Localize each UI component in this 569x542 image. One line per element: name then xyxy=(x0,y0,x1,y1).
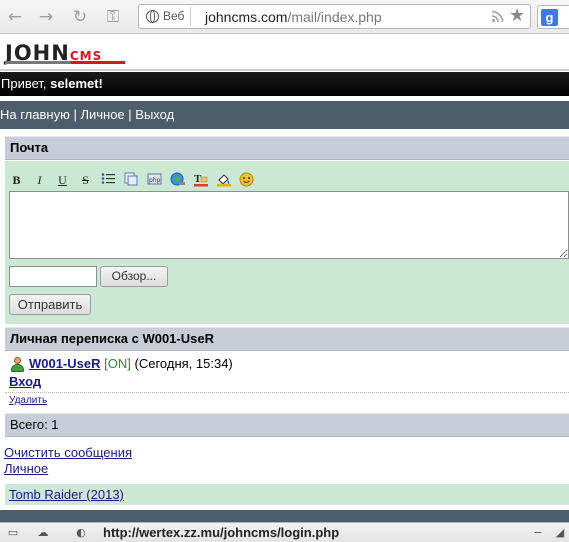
message-textarea[interactable] xyxy=(9,191,569,259)
site-header: JOHNCMS xyxy=(0,35,569,71)
bold-button[interactable]: B xyxy=(8,172,25,188)
divider xyxy=(5,392,569,393)
user-icon xyxy=(10,357,24,372)
message-direction[interactable]: Вход xyxy=(9,374,41,390)
browse-button[interactable]: Обзор... xyxy=(100,266,168,287)
globe-icon xyxy=(146,10,159,23)
list-item: W001-UseR [ON] (Сегодня, 15:34) Вход Уда… xyxy=(5,352,569,410)
logo-underline xyxy=(5,61,125,64)
smiley-icon[interactable] xyxy=(238,172,255,188)
online-status: [ON] xyxy=(104,356,131,371)
back-icon[interactable]: ← xyxy=(4,6,26,28)
search-engine-button[interactable]: g xyxy=(537,5,569,29)
ad-link[interactable]: Tomb Raider (2013) xyxy=(9,487,124,502)
text-color-icon[interactable]: T xyxy=(192,172,209,188)
menu-logout[interactable]: Выход xyxy=(135,107,174,122)
file-path-input[interactable] xyxy=(9,266,97,287)
url-path: /mail/index.php xyxy=(287,9,382,25)
background-color-icon[interactable] xyxy=(215,172,232,188)
svg-text:php: php xyxy=(149,177,161,184)
italic-button[interactable]: I xyxy=(31,172,48,188)
minus-icon[interactable]: − xyxy=(531,526,545,539)
format-toolbar: B I U S php T xyxy=(8,171,255,189)
browser-statusbar: ▭ ☁ ◐ http://wertex.zz.mu/johncms/login.… xyxy=(0,522,569,542)
greeting-prefix: Привет, xyxy=(1,76,51,91)
main-menu: На главную | Личное | Выход xyxy=(0,101,569,129)
greeting-user: selemet! xyxy=(50,76,103,91)
search-chip-label: Веб xyxy=(163,9,185,23)
strike-button[interactable]: S xyxy=(77,172,94,188)
url-host: johncms.com xyxy=(205,9,288,25)
quote-icon[interactable] xyxy=(123,172,140,188)
google-icon: g xyxy=(541,9,558,26)
menu-home[interactable]: На главную xyxy=(0,107,70,122)
search-chip[interactable]: Веб xyxy=(142,7,192,26)
greeting-bar: Привет, selemet! xyxy=(0,72,569,96)
message-time: (Сегодня, 15:34) xyxy=(134,356,233,371)
key-icon[interactable]: ⚿ xyxy=(100,6,126,28)
reload-icon[interactable]: ↻ xyxy=(69,6,91,28)
resize-icon[interactable]: ◢ xyxy=(553,526,567,539)
send-button[interactable]: Отправить xyxy=(9,294,91,315)
menu-separator: | xyxy=(124,107,136,122)
cloud-icon[interactable]: ☁ xyxy=(36,526,50,539)
browser-toolbar: ← → ↻ ⚿ Веб johncms.com/mail/index.php ★… xyxy=(0,0,569,34)
total-count: Всего: 1 xyxy=(5,413,569,437)
speed-icon[interactable]: ◐ xyxy=(74,526,88,539)
sender-link[interactable]: W001-UseR xyxy=(29,356,101,371)
message-meta: W001-UseR [ON] (Сегодня, 15:34) xyxy=(29,356,233,372)
php-code-icon[interactable]: php xyxy=(146,172,163,188)
ad-block: Tomb Raider (2013) xyxy=(5,484,569,505)
link-icon[interactable] xyxy=(169,172,186,188)
bookmark-star-icon[interactable]: ★ xyxy=(509,6,525,26)
delete-link[interactable]: Удалить xyxy=(9,395,47,407)
menu-personal[interactable]: Личное xyxy=(80,107,124,122)
menu-separator: | xyxy=(69,107,81,122)
underline-button[interactable]: U xyxy=(54,172,71,188)
omnibox[interactable]: Веб johncms.com/mail/index.php ★ xyxy=(138,4,531,29)
forward-icon[interactable]: → xyxy=(35,6,57,28)
mail-header: Почта xyxy=(5,136,569,160)
rss-icon[interactable] xyxy=(491,10,504,23)
list-icon[interactable] xyxy=(100,172,117,188)
clear-messages-link[interactable]: Очистить сообщения xyxy=(4,445,132,460)
address-text[interactable]: johncms.com/mail/index.php xyxy=(205,8,382,26)
footer-bar xyxy=(0,510,569,522)
personal-link[interactable]: Личное xyxy=(4,461,48,476)
status-url: http://wertex.zz.mu/johncms/login.php xyxy=(103,525,340,540)
conversation-header: Личная переписка с W001-UseR xyxy=(5,327,569,351)
sidebar-icon[interactable]: ▭ xyxy=(6,526,20,539)
